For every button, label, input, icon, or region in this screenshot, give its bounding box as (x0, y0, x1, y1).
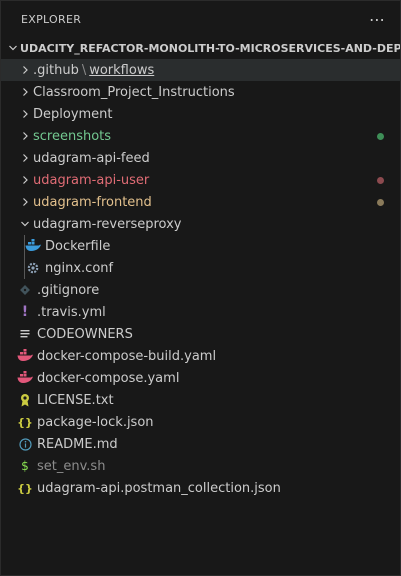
tree-item-screenshots[interactable]: screenshots (1, 125, 400, 147)
chevron-right-icon (17, 65, 33, 75)
tree-item-readme[interactable]: README.md (1, 433, 400, 455)
tree-item-travis[interactable]: ! .travis.yml (1, 301, 400, 323)
file-tree: .github \ workflows Classroom_Project_Inst… (1, 59, 400, 499)
license-ribbon-icon (17, 392, 33, 408)
chevron-down-icon (17, 219, 33, 229)
tree-item-package-lock[interactable]: {} package-lock.json (1, 411, 400, 433)
chevron-right-icon (17, 109, 33, 119)
docker-compose-icon (17, 370, 33, 386)
tree-item-label: CODEOWNERS (37, 326, 133, 342)
tree-item-label: .travis.yml (37, 304, 106, 320)
tree-item-label: README.md (37, 436, 118, 452)
tree-item-api-user[interactable]: udagram-api-user (1, 169, 400, 191)
tree-item-label: udagram-api.postman_collection.json (37, 480, 281, 496)
tree-item-label: package-lock.json (37, 414, 154, 430)
tree-item-set-env[interactable]: $ set_env.sh (1, 455, 400, 477)
tree-item-label: udagram-reverseproxy (33, 216, 182, 232)
tree-item-label: .gitignore (37, 282, 100, 298)
shell-dollar-icon: $ (21, 459, 29, 473)
tree-item-api-feed[interactable]: udagram-api-feed (1, 147, 400, 169)
tree-item-license[interactable]: LICENSE.txt (1, 389, 400, 411)
explorer-header: EXPLORER ⋯ (1, 1, 400, 37)
git-status-dot (377, 133, 384, 140)
tree-item-label: set_env.sh (37, 458, 106, 474)
tree-item-postman[interactable]: {} udagram-api.postman_collection.json (1, 477, 400, 499)
chevron-right-icon (17, 131, 33, 141)
git-icon (17, 282, 33, 298)
path-separator: \ (81, 62, 87, 78)
tree-item-github-workflows[interactable]: .github \ workflows (1, 59, 400, 81)
project-name: UDACITY_REFACTOR-MONOLITH-TO-MICROSERVIC… (20, 41, 400, 55)
indent-guide (24, 235, 25, 257)
chevron-down-icon (5, 43, 20, 53)
json-braces-icon: {} (17, 415, 33, 429)
tree-item-label: docker-compose.yaml (37, 370, 180, 386)
chevron-right-icon (17, 153, 33, 163)
chevron-right-icon (17, 87, 33, 97)
text-lines-icon (17, 326, 33, 342)
tree-item-label: Classroom_Project_Instructions (33, 84, 235, 100)
tree-item-compose-build[interactable]: docker-compose-build.yaml (1, 345, 400, 367)
tree-item-compose[interactable]: docker-compose.yaml (1, 367, 400, 389)
chevron-right-icon (17, 197, 33, 207)
tree-item-frontend[interactable]: udagram-frontend (1, 191, 400, 213)
tree-item-gitignore[interactable]: .gitignore (1, 279, 400, 301)
tree-item-label: Deployment (33, 106, 113, 122)
tree-item-label: LICENSE.txt (37, 392, 114, 408)
chevron-right-icon (17, 175, 33, 185)
tree-item-label: Dockerfile (45, 238, 111, 254)
docker-compose-icon (17, 348, 33, 364)
github-folder-label: .github (33, 62, 79, 78)
indent-guide (24, 257, 25, 279)
explorer-panel: EXPLORER ⋯ UDACITY_REFACTOR-MONOLITH-TO-… (0, 0, 401, 576)
gear-icon (25, 260, 41, 276)
workflows-folder-label: workflows (89, 62, 155, 78)
project-section-header[interactable]: UDACITY_REFACTOR-MONOLITH-TO-MICROSERVIC… (1, 37, 400, 59)
json-braces-icon: {} (17, 481, 33, 495)
tree-item-label: nginx.conf (45, 260, 114, 276)
ellipsis-icon[interactable]: ⋯ (369, 10, 386, 29)
tree-item-nginx-conf[interactable]: nginx.conf (1, 257, 400, 279)
tree-item-classroom[interactable]: Classroom_Project_Instructions (1, 81, 400, 103)
tree-item-label: udagram-api-user (33, 172, 150, 188)
tree-item-label: udagram-api-feed (33, 150, 150, 166)
tree-item-deployment[interactable]: Deployment (1, 103, 400, 125)
tree-item-label: udagram-frontend (33, 194, 152, 210)
info-icon (17, 436, 33, 452)
git-status-dot (377, 177, 384, 184)
explorer-title: EXPLORER (21, 12, 82, 26)
tree-item-label: docker-compose-build.yaml (37, 348, 217, 364)
tree-item-label: .github \ workflows (33, 63, 154, 78)
tree-item-reverseproxy[interactable]: udagram-reverseproxy (1, 213, 400, 235)
git-status-dot (377, 199, 384, 206)
exclamation-icon: ! (21, 304, 29, 320)
docker-icon (25, 238, 41, 254)
tree-item-label: screenshots (33, 128, 112, 144)
tree-item-codeowners[interactable]: CODEOWNERS (1, 323, 400, 345)
tree-item-dockerfile[interactable]: Dockerfile (1, 235, 400, 257)
